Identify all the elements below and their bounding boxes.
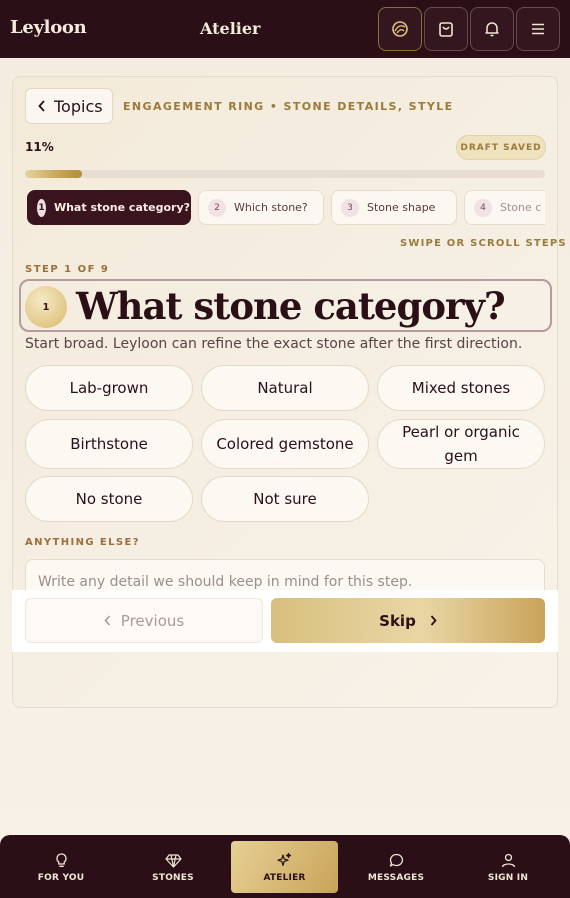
nav-label: MESSAGES bbox=[367, 872, 425, 883]
option-pearl-organic[interactable]: Pearl or organic gem bbox=[377, 419, 545, 469]
nav-messages[interactable]: MESSAGES bbox=[346, 842, 446, 892]
nav-stones[interactable]: STONES bbox=[123, 842, 223, 892]
sparkle-icon bbox=[277, 852, 292, 866]
option-birthstone[interactable]: Birthstone bbox=[25, 419, 193, 469]
breadcrumb: ENGAGEMENT RING • STONE DETAILS, STYLE bbox=[123, 100, 454, 113]
step-label: Stone shape bbox=[367, 201, 436, 214]
section-title: Atelier bbox=[200, 19, 261, 38]
option-lab-grown[interactable]: Lab-grown bbox=[25, 365, 193, 411]
leaf-icon bbox=[392, 21, 408, 37]
bell-icon bbox=[485, 22, 499, 37]
option-no-stone[interactable]: No stone bbox=[25, 476, 193, 522]
nav-for-you[interactable]: FOR YOU bbox=[11, 842, 111, 892]
user-icon bbox=[501, 853, 515, 867]
brand-logo[interactable]: Leyloon bbox=[10, 17, 87, 38]
anything-else-label: ANYTHING ELSE? bbox=[25, 537, 140, 548]
menu-icon bbox=[532, 23, 544, 35]
option-colored-gemstone[interactable]: Colored gemstone bbox=[201, 419, 369, 469]
lightbulb-icon bbox=[55, 852, 67, 867]
nav-label: STONES bbox=[152, 872, 194, 883]
swipe-hint: SWIPE OR SCROLL STEPS bbox=[400, 238, 567, 249]
nav-atelier[interactable]: ATELIER bbox=[231, 841, 338, 893]
nav-label: SIGN IN bbox=[487, 872, 529, 883]
option-mixed-stones[interactable]: Mixed stones bbox=[377, 365, 545, 411]
option-natural[interactable]: Natural bbox=[201, 365, 369, 411]
skip-label: Skip bbox=[379, 611, 416, 630]
skip-button[interactable]: Skip bbox=[271, 598, 545, 643]
question-hint: Start broad. Leyloon can refine the exac… bbox=[25, 336, 523, 352]
chat-icon bbox=[389, 853, 403, 867]
step-number: 4 bbox=[474, 198, 492, 217]
question-title: What stone category? bbox=[76, 284, 506, 328]
previous-button[interactable]: Previous bbox=[25, 598, 263, 643]
step-tabs[interactable]: 1 What stone category? 2 Which stone? 3 … bbox=[25, 190, 545, 226]
topics-back-button[interactable]: Topics bbox=[25, 88, 113, 124]
step-label: Stone c bbox=[500, 201, 542, 214]
step-label: Which stone? bbox=[234, 201, 308, 214]
chevron-left-icon bbox=[38, 100, 45, 112]
progress-bar-fill bbox=[25, 170, 83, 178]
top-bar: Leyloon Atelier bbox=[0, 0, 570, 58]
notifications-button[interactable] bbox=[470, 7, 514, 51]
step-tab-2[interactable]: 2 Which stone? bbox=[198, 190, 324, 225]
diamond-icon bbox=[164, 853, 182, 868]
menu-button[interactable] bbox=[516, 7, 560, 51]
step-number: 1 bbox=[37, 198, 46, 217]
progress-bar bbox=[25, 170, 545, 178]
chevron-left-icon bbox=[104, 615, 110, 626]
topics-label: Topics bbox=[54, 96, 103, 116]
bag-icon bbox=[439, 22, 453, 37]
draft-status-badge: DRAFT SAVED bbox=[456, 135, 546, 160]
chevron-right-icon bbox=[430, 615, 437, 626]
nav-sign-in[interactable]: SIGN IN bbox=[458, 842, 558, 892]
step-tab-4[interactable]: 4 Stone c bbox=[464, 190, 545, 225]
nav-label: ATELIER bbox=[263, 872, 306, 883]
progress-percent: 11% bbox=[25, 140, 54, 154]
step-tab-3[interactable]: 3 Stone shape bbox=[331, 190, 457, 225]
step-tab-1[interactable]: 1 What stone category? bbox=[27, 190, 191, 225]
question-number-badge: 1 bbox=[25, 286, 67, 328]
previous-label: Previous bbox=[120, 611, 185, 630]
nav-label: FOR YOU bbox=[37, 872, 85, 883]
option-not-sure[interactable]: Not sure bbox=[201, 476, 369, 522]
step-number: 2 bbox=[208, 198, 226, 217]
cart-button[interactable] bbox=[424, 7, 468, 51]
leaf-button[interactable] bbox=[378, 7, 422, 51]
step-counter: STEP 1 OF 9 bbox=[25, 264, 110, 275]
step-number: 3 bbox=[341, 198, 359, 217]
step-label: What stone category? bbox=[53, 201, 190, 214]
